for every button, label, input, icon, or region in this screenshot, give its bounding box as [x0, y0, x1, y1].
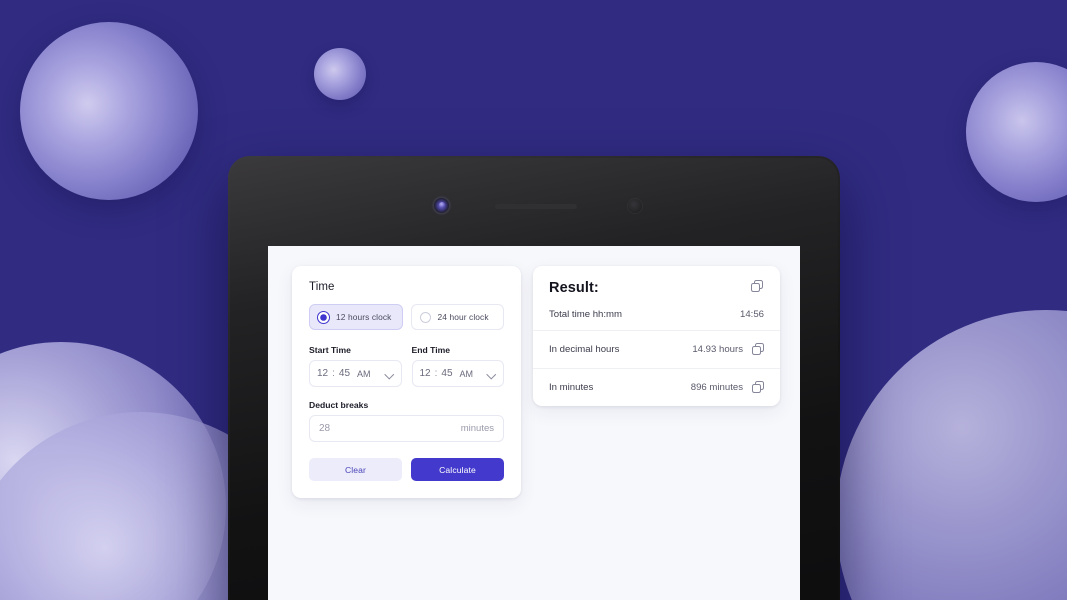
decorative-sphere-top-right	[966, 62, 1067, 202]
radio-label-24-hour: 24 hour clock	[437, 312, 489, 322]
copy-icon-front-sheet	[752, 383, 761, 393]
deduct-breaks-unit: minutes	[460, 423, 494, 434]
radio-dot-selected-icon	[318, 311, 329, 323]
decorative-sphere-small-top	[314, 48, 366, 100]
result-row-minutes: In minutes 896 minutes	[533, 368, 780, 406]
result-label-total-time: Total time hh:mm	[549, 308, 623, 320]
result-value-decimal-hours: 14.93 hours	[692, 344, 743, 355]
decorative-sphere-top-left	[20, 22, 198, 200]
start-time-meridiem[interactable]: AM	[357, 369, 371, 379]
copy-icon-total-time[interactable]	[751, 280, 764, 293]
deduct-breaks-value[interactable]: 28	[319, 423, 330, 434]
end-time-separator: :	[434, 368, 438, 379]
tablet-bezel: Time 12 hours clock 24 hour clock Start …	[230, 158, 838, 600]
section-title-time: Time	[309, 281, 335, 293]
clear-button[interactable]: Clear	[309, 458, 402, 481]
clock-format-radio-group: 12 hours clock 24 hour clock	[309, 304, 504, 330]
end-time-input[interactable]: 12 : 45 AM	[411, 360, 504, 387]
start-time-input[interactable]: 12 : 45 AM	[309, 360, 402, 387]
radio-option-12-hour[interactable]: 12 hours clock	[309, 304, 403, 330]
tablet-top-bezel	[230, 158, 838, 246]
radio-label-12-hour: 12 hours clock	[336, 312, 392, 322]
end-time-minute[interactable]: 45	[441, 368, 452, 379]
camera-icon	[434, 198, 449, 213]
start-time-separator: :	[332, 368, 335, 379]
time-field-labels: Start Time End Time	[309, 345, 504, 355]
result-value-total-time: 14:56	[739, 308, 764, 320]
radio-option-24-hour[interactable]: 24 hour clock	[410, 304, 504, 330]
chevron-down-icon[interactable]	[385, 369, 394, 378]
result-label-decimal-hours: In decimal hours	[549, 344, 620, 355]
deduct-breaks-input[interactable]: 28 minutes	[309, 415, 504, 442]
label-start-time: Start Time	[309, 345, 351, 355]
copy-icon-minutes[interactable]	[752, 380, 765, 394]
result-card: Result: Total time hh:mm 14:56 In decima…	[533, 266, 780, 406]
end-time-meridiem[interactable]: AM	[460, 369, 474, 379]
form-actions: Clear Calculate	[309, 458, 504, 481]
speaker-grille-icon	[495, 204, 577, 209]
time-form-card: Time 12 hours clock 24 hour clock Start …	[292, 266, 521, 498]
copy-icon-decimal-hours[interactable]	[752, 342, 765, 356]
result-row-total-time: Total time hh:mm 14:56	[533, 296, 780, 330]
copy-icon-front-sheet	[752, 345, 761, 355]
calculator-layout: Time 12 hours clock 24 hour clock Start …	[292, 266, 780, 498]
calculate-button[interactable]: Calculate	[411, 458, 504, 481]
start-time-minute[interactable]: 45	[339, 368, 350, 379]
label-deduct-breaks: Deduct breaks	[309, 400, 369, 410]
result-row-decimal-hours: In decimal hours 14.93 hours	[533, 330, 780, 368]
result-label-minutes: In minutes	[549, 382, 594, 393]
copy-icon-front-sheet	[751, 283, 760, 292]
start-time-hour[interactable]: 12	[317, 368, 328, 379]
time-inputs-row: 12 : 45 AM 12 : 45 AM	[309, 360, 504, 387]
tablet-device-frame: Time 12 hours clock 24 hour clock Start …	[228, 156, 840, 600]
sensor-dot-icon	[628, 199, 642, 213]
chevron-down-icon[interactable]	[487, 369, 496, 378]
radio-dot-unselected-icon	[419, 311, 431, 323]
decorative-sphere-bottom-right	[836, 310, 1067, 600]
result-value-minutes: 896 minutes	[690, 382, 743, 393]
result-title: Result:	[549, 280, 599, 296]
end-time-hour[interactable]: 12	[420, 368, 431, 379]
result-header: Result:	[533, 266, 780, 296]
app-screen: Time 12 hours clock 24 hour clock Start …	[268, 246, 800, 600]
label-end-time: End Time	[411, 345, 451, 355]
